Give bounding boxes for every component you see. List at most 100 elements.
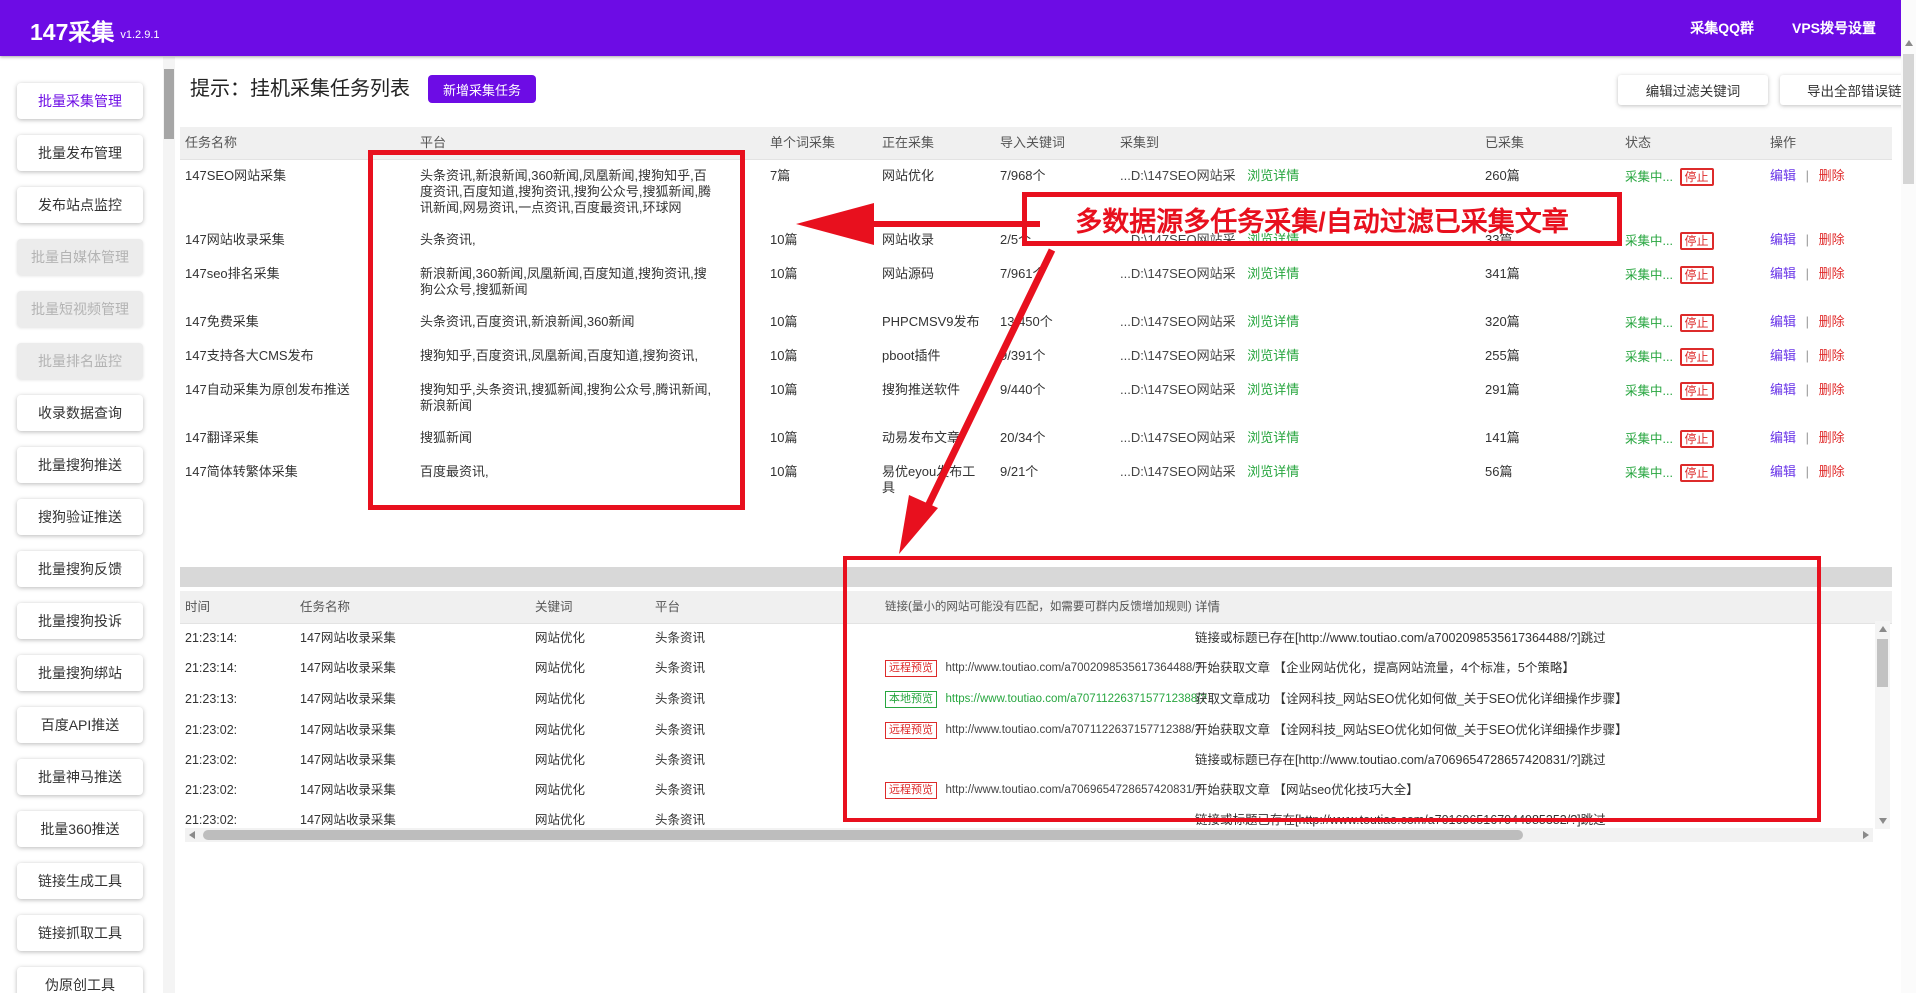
delete-link[interactable]: 删除 [1819,430,1845,445]
article-url[interactable]: https://www.toutiao.com/a707112263715771… [945,693,1206,705]
stop-button[interactable]: 停止 [1680,382,1714,400]
task-platforms: 头条资讯, [415,224,765,256]
log-keyword: 网站优化 [530,654,650,683]
add-task-button[interactable]: 新增采集任务 [428,75,536,103]
view-detail-link[interactable]: 浏览详情 [1247,382,1299,397]
sidebar-item[interactable]: 链接抓取工具 [17,915,143,951]
sidebar-item[interactable]: 百度API推送 [17,707,143,743]
app-title-text: 147采集 [30,19,114,45]
sidebar-item[interactable]: 批量搜狗推送 [17,447,143,483]
preview-badge[interactable]: 本地预览 [885,691,937,708]
export-error-links-button[interactable]: 导出全部错误链接 [1780,75,1916,105]
sidebar-item[interactable]: 批量360推送 [17,811,143,847]
sidebar-item[interactable]: 批量发布管理 [17,135,143,171]
sidebar-item[interactable]: 批量自媒体管理 [17,239,143,275]
sidebar-item-label: 批量神马推送 [38,767,122,787]
edit-link[interactable]: 编辑 [1770,266,1796,281]
scroll-up-icon[interactable] [1879,626,1887,632]
app-version: v1.2.9.1 [120,29,159,41]
preview-badge[interactable]: 远程预览 [885,782,937,799]
preview-badge[interactable]: 远程预览 [885,722,937,739]
stop-button[interactable]: 停止 [1680,232,1714,250]
sidebar-item[interactable]: 链接生成工具 [17,863,143,899]
top-nav-link[interactable]: VPS拨号设置 [1792,18,1876,38]
sidebar-item[interactable]: 收录数据查询 [17,395,143,431]
article-url[interactable]: http://www.toutiao.com/a7002098535617364… [945,662,1201,674]
sidebar-item[interactable]: 发布站点监控 [17,187,143,223]
edit-link[interactable]: 编辑 [1770,348,1796,363]
top-nav-link[interactable]: 采集QQ群 [1690,18,1754,38]
log-horizontal-scrollbar[interactable] [185,828,1873,842]
col-status: 状态 [1620,127,1765,159]
delete-link[interactable]: 删除 [1819,314,1845,329]
status-running-text: 采集中... [1625,384,1673,398]
delete-link[interactable]: 删除 [1819,464,1845,479]
view-detail-link[interactable]: 浏览详情 [1247,314,1299,329]
scroll-up-icon[interactable] [1905,40,1913,46]
sidebar-item[interactable]: 批量排名监控 [17,343,143,379]
task-imported-keywords: 2/5个 [995,224,1115,256]
stop-button[interactable]: 停止 [1680,168,1714,186]
sidebar-item[interactable]: 批量短视频管理 [17,291,143,327]
sidebar-item[interactable]: 批量搜狗绑站 [17,655,143,691]
article-url[interactable]: http://www.toutiao.com/a7069654728657420… [945,784,1201,796]
delete-link[interactable]: 删除 [1819,382,1845,397]
view-detail-link[interactable]: 浏览详情 [1247,266,1299,281]
task-save-path: ...D:\147SEO网站采 浏览详情 [1115,160,1480,192]
scrollbar-thumb[interactable] [1903,54,1914,184]
sidebar-item[interactable]: 批量采集管理 [17,83,143,119]
scrollbar-thumb[interactable] [164,69,174,139]
view-detail-link[interactable]: 浏览详情 [1247,232,1299,247]
delete-link[interactable]: 删除 [1819,348,1845,363]
view-detail-link[interactable]: 浏览详情 [1247,348,1299,363]
article-url[interactable]: http://www.toutiao.com/a7071122637157712… [945,724,1201,736]
sidebar-item[interactable]: 伪原创工具 [17,967,143,993]
log-task-name: 147网站收录采集 [295,776,530,805]
view-detail-link[interactable]: 浏览详情 [1247,464,1299,479]
task-status: 采集中... 停止 [1620,374,1765,408]
status-running-text: 采集中... [1625,350,1673,364]
delete-link[interactable]: 删除 [1819,232,1845,247]
scroll-down-icon[interactable] [1879,818,1887,824]
task-platforms: 搜狐新闻 [415,422,765,454]
sidebar-item[interactable]: 批量神马推送 [17,759,143,795]
sidebar-item-label: 百度API推送 [41,715,120,735]
edit-link[interactable]: 编辑 [1770,382,1796,397]
sidebar-item[interactable]: 批量搜狗投诉 [17,603,143,639]
sidebar-item-label: 批量搜狗推送 [38,455,122,475]
scrollbar-thumb[interactable] [203,830,1523,840]
edit-link[interactable]: 编辑 [1770,314,1796,329]
delete-link[interactable]: 删除 [1819,266,1845,281]
table-row: 147seo排名采集 新浪新闻,360新闻,凤凰新闻,百度知道,搜狗资讯,搜狗公… [180,258,1892,306]
edit-link[interactable]: 编辑 [1770,232,1796,247]
task-status: 采集中... 停止 [1620,422,1765,456]
edit-link[interactable]: 编辑 [1770,464,1796,479]
sidebar-item[interactable]: 批量搜狗反馈 [17,551,143,587]
preview-badge[interactable]: 远程预览 [885,660,937,677]
stop-button[interactable]: 停止 [1680,464,1714,482]
content-vertical-scrollbar[interactable] [163,57,175,993]
stop-button[interactable]: 停止 [1680,348,1714,366]
scroll-left-icon[interactable] [189,831,195,839]
log-vertical-scrollbar[interactable] [1875,621,1890,829]
edit-filter-keywords-button[interactable]: 编辑过滤关键词 [1618,75,1768,105]
col-platform: 平台 [415,127,765,159]
scrollbar-thumb[interactable] [1877,639,1888,687]
edit-link[interactable]: 编辑 [1770,168,1796,183]
status-running-text: 采集中... [1625,432,1673,446]
edit-link[interactable]: 编辑 [1770,430,1796,445]
sidebar-item-label: 批量自媒体管理 [31,247,129,267]
scroll-right-icon[interactable] [1863,831,1869,839]
stop-button[interactable]: 停止 [1680,430,1714,448]
log-time: 21:23:13: [180,685,295,714]
sidebar-item[interactable]: 搜狗验证推送 [17,499,143,535]
view-detail-link[interactable]: 浏览详情 [1247,168,1299,183]
delete-link[interactable]: 删除 [1819,168,1845,183]
log-task-name: 147网站收录采集 [295,716,530,745]
log-table-body: 21:23:14: 147网站收录采集 网站优化 头条资讯 链接或标题已存在[h… [180,624,1892,835]
log-keyword: 网站优化 [530,776,650,805]
view-detail-link[interactable]: 浏览详情 [1247,430,1299,445]
stop-button[interactable]: 停止 [1680,314,1714,332]
stop-button[interactable]: 停止 [1680,266,1714,284]
page-vertical-scrollbar[interactable] [1901,0,1916,993]
